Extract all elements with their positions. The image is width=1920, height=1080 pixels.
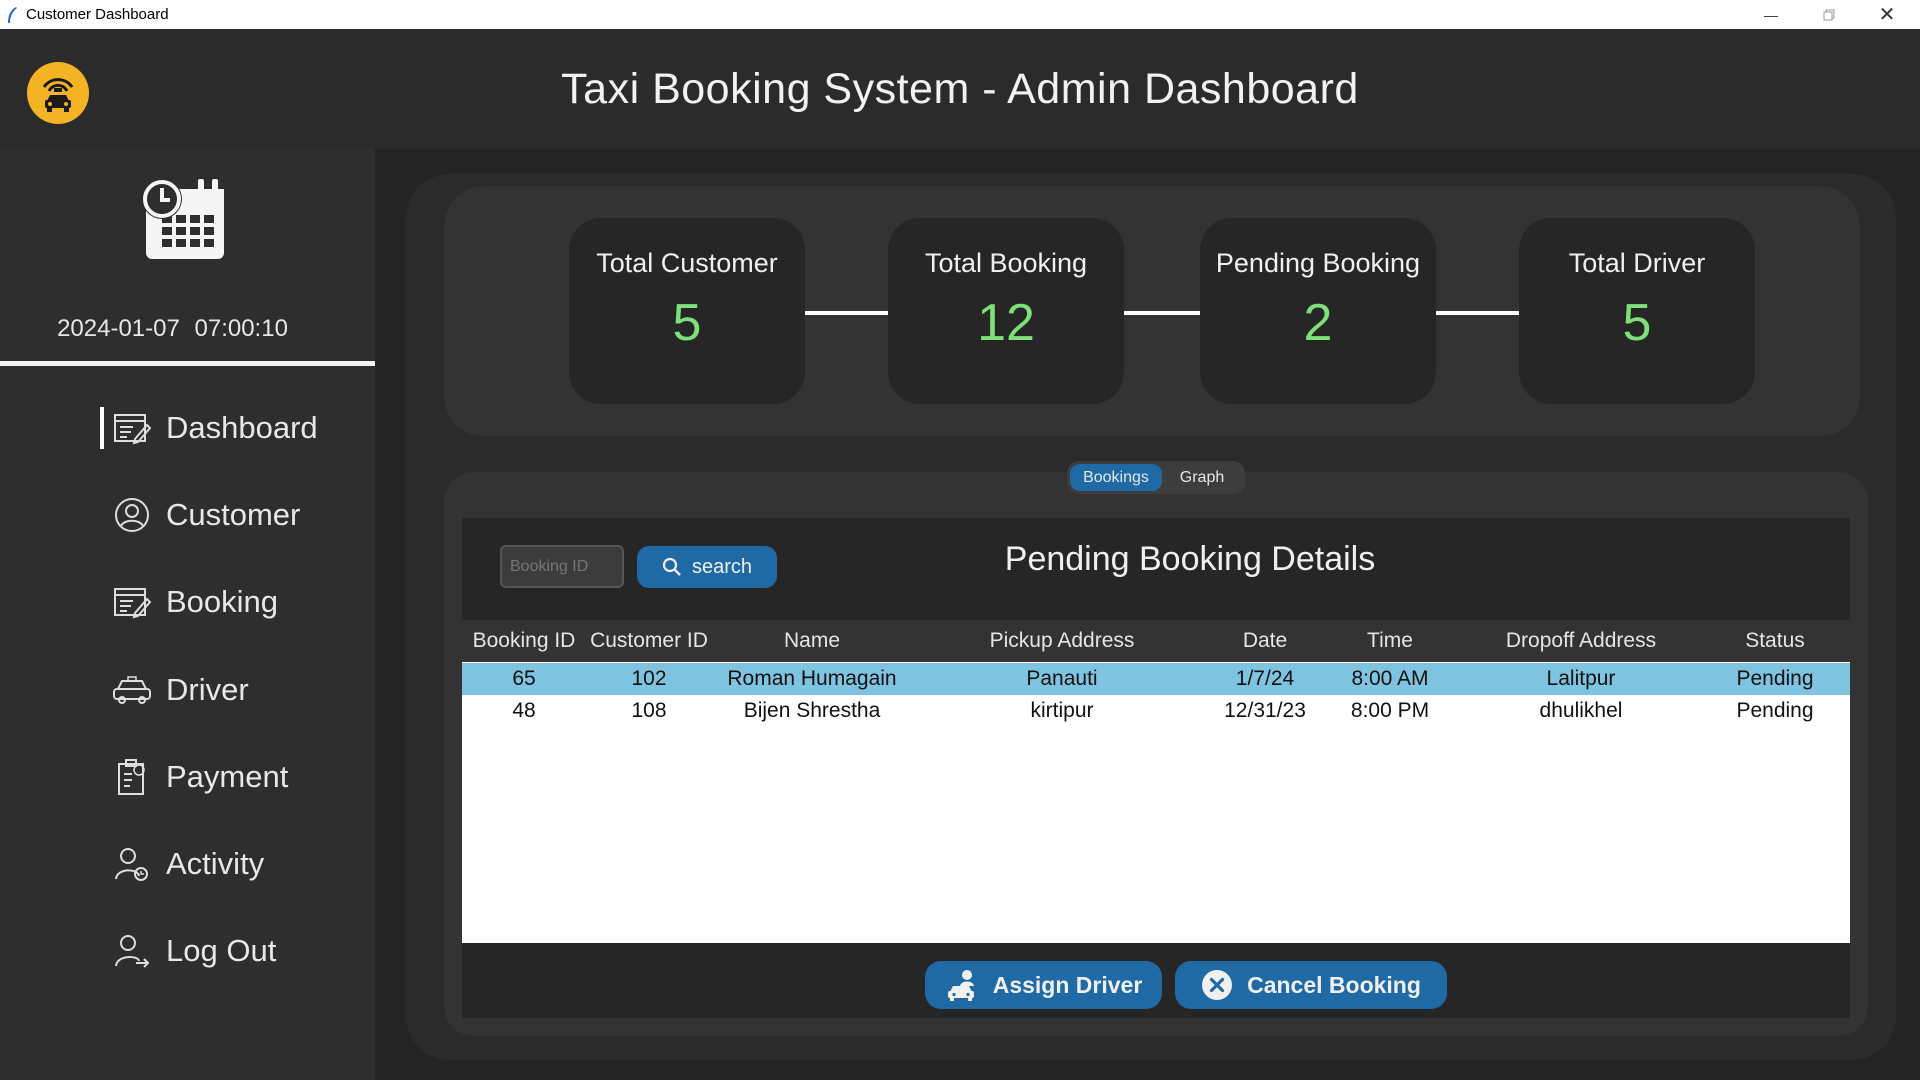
app-header: Taxi Booking System - Admin Dashboard (0, 29, 1920, 149)
maximize-button[interactable] (1800, 0, 1858, 29)
stat-connector (805, 311, 888, 315)
column-header[interactable]: Customer ID (586, 629, 712, 653)
sidebar-item-label: Customer (166, 497, 301, 532)
sidebar: 2024-01-07 07:00:10 Dashboard Customer B… (0, 149, 375, 1080)
table-cell: Lalitpur (1546, 667, 1616, 690)
sidebar-item-logout[interactable]: Log Out (100, 928, 276, 974)
customer-icon (112, 495, 152, 535)
table-cell: 102 (631, 667, 667, 690)
assign-driver-label: Assign Driver (992, 971, 1143, 998)
view-tab-switch: Bookings Graph (1067, 461, 1245, 494)
sidebar-item-payment[interactable]: Payment (100, 754, 288, 800)
table-cell: 1/7/24 (1235, 667, 1295, 690)
column-header[interactable]: Date (1212, 629, 1318, 653)
search-button-label: search (691, 555, 753, 578)
stat-card-pending-booking: Pending Booking 2 (1200, 218, 1436, 404)
payment-icon (112, 757, 152, 797)
sidebar-item-customer[interactable]: Customer (100, 492, 300, 538)
tab-bookings[interactable]: Bookings (1070, 464, 1162, 491)
column-header[interactable]: Status (1700, 629, 1850, 653)
cancel-circle-icon (1201, 969, 1233, 1001)
stat-card-total-customer: Total Customer 5 (569, 218, 805, 404)
search-icon (662, 557, 681, 576)
maximize-icon (1823, 9, 1835, 20)
table-cell: Pending (1736, 667, 1814, 690)
booking-icon (112, 582, 152, 622)
sidebar-item-label: Activity (166, 846, 265, 881)
stat-value: 2 (1303, 294, 1333, 352)
table-cell: dhulikhel (1539, 699, 1623, 722)
table-cell: 12/31/23 (1224, 699, 1306, 722)
table-cell: Pending (1736, 699, 1814, 722)
stat-value: 5 (672, 294, 702, 352)
stat-connector (1124, 311, 1200, 315)
tab-graph[interactable]: Graph (1162, 464, 1242, 491)
table-cell: Bijen Shrestha (743, 699, 881, 722)
table-row[interactable]: 48 108 Bijen Shrestha kirtipur 12/31/23 … (462, 695, 1850, 727)
minimize-button[interactable]: — (1742, 0, 1800, 29)
sidebar-item-label: Log Out (166, 933, 277, 968)
sidebar-item-dashboard[interactable]: Dashboard (100, 405, 318, 451)
window-title: Customer Dashboard (26, 6, 169, 23)
assign-driver-button[interactable]: Assign Driver (925, 961, 1162, 1009)
search-button[interactable]: search (637, 546, 777, 588)
sidebar-item-activity[interactable]: Activity (100, 841, 264, 887)
table-cell: 108 (631, 699, 667, 722)
sidebar-item-booking[interactable]: Booking (100, 579, 278, 625)
table-row[interactable]: 65 102 Roman Humagain Panauti 1/7/24 8:0… (462, 663, 1850, 695)
dashboard-icon (112, 408, 152, 448)
stat-label: Total Booking (924, 248, 1088, 278)
table-cell: 65 (512, 667, 536, 690)
stat-connector (1436, 311, 1519, 315)
column-header[interactable]: Dropoff Address (1462, 629, 1700, 653)
pending-bookings-table: Booking ID Customer ID Name Pickup Addre… (462, 620, 1850, 943)
feather-icon (8, 6, 17, 23)
calendar-clock-icon (142, 179, 224, 259)
logout-icon (112, 931, 152, 971)
column-header[interactable]: Time (1318, 629, 1462, 653)
table-cell: 8:00 PM (1350, 699, 1430, 722)
close-button[interactable]: ✕ (1858, 0, 1916, 29)
sidebar-item-label: Payment (166, 759, 289, 794)
activity-icon (112, 844, 152, 884)
sidebar-item-label: Dashboard (166, 410, 318, 445)
stat-value: 5 (1622, 294, 1652, 352)
driver-icon (112, 670, 152, 710)
cancel-booking-button[interactable]: Cancel Booking (1175, 961, 1447, 1009)
sidebar-item-label: Booking (166, 584, 279, 619)
sidebar-divider (0, 361, 375, 366)
stat-card-total-booking: Total Booking 12 (888, 218, 1124, 404)
current-datetime: 2024-01-07 07:00:10 (57, 315, 288, 342)
cancel-booking-label: Cancel Booking (1247, 971, 1421, 998)
stat-card-total-driver: Total Driver 5 (1519, 218, 1755, 404)
table-cell: Panauti (1026, 667, 1098, 690)
stat-label: Total Driver (1568, 248, 1706, 278)
table-cell: kirtipur (1030, 699, 1094, 722)
sidebar-item-driver[interactable]: Driver (100, 667, 249, 713)
table-cell: Roman Humagain (727, 667, 897, 690)
booking-id-input[interactable] (500, 545, 624, 588)
table-header: Booking ID Customer ID Name Pickup Addre… (462, 620, 1850, 662)
stat-label: Pending Booking (1215, 248, 1421, 278)
section-title: Pending Booking Details (1004, 540, 1376, 578)
table-cell: 8:00 AM (1351, 667, 1429, 690)
column-header[interactable]: Name (712, 629, 912, 653)
sidebar-item-label: Driver (166, 672, 249, 707)
stat-value: 12 (977, 294, 1035, 352)
table-cell: 48 (512, 699, 536, 722)
assign-driver-icon (945, 968, 979, 1002)
page-title: Taxi Booking System - Admin Dashboard (561, 65, 1359, 113)
window-titlebar: Customer Dashboard (0, 0, 1920, 29)
column-header[interactable]: Booking ID (462, 629, 586, 653)
column-header[interactable]: Pickup Address (912, 629, 1212, 653)
stat-label: Total Customer (596, 248, 778, 278)
